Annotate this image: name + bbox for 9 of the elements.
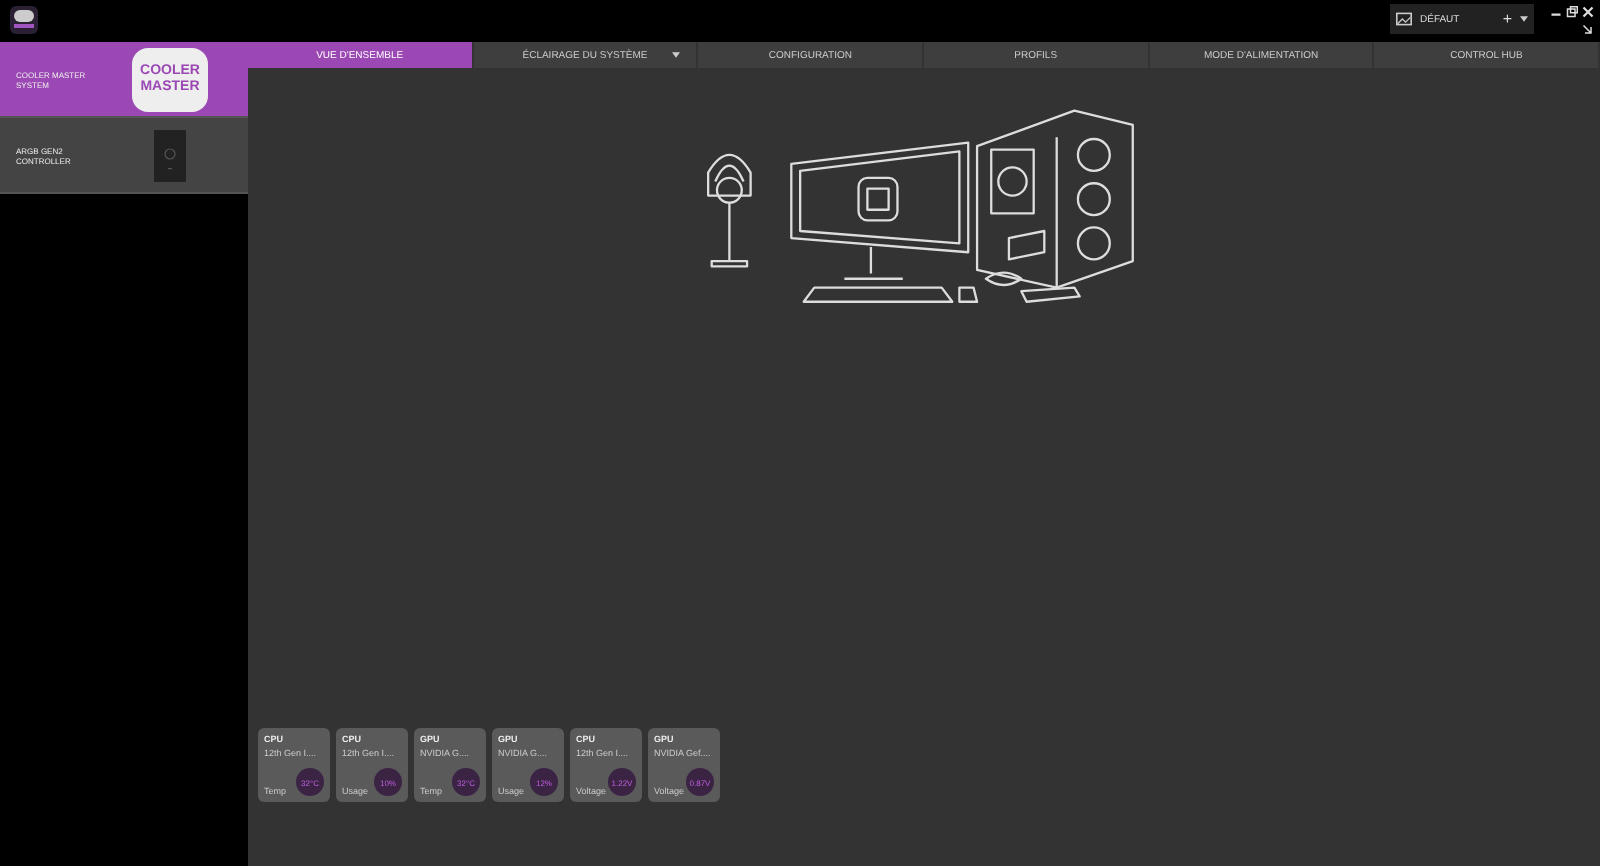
controller-icon (154, 129, 186, 181)
app-logo-icon[interactable] (8, 4, 40, 36)
caret-icon[interactable] (1520, 16, 1528, 22)
image-icon (1396, 12, 1412, 26)
caret-icon[interactable] (672, 52, 681, 58)
maximize-icon[interactable] (1566, 6, 1578, 18)
collapse-icon[interactable] (1582, 24, 1594, 36)
close-icon[interactable] (1582, 6, 1594, 18)
add-button[interactable]: + (1502, 10, 1512, 28)
